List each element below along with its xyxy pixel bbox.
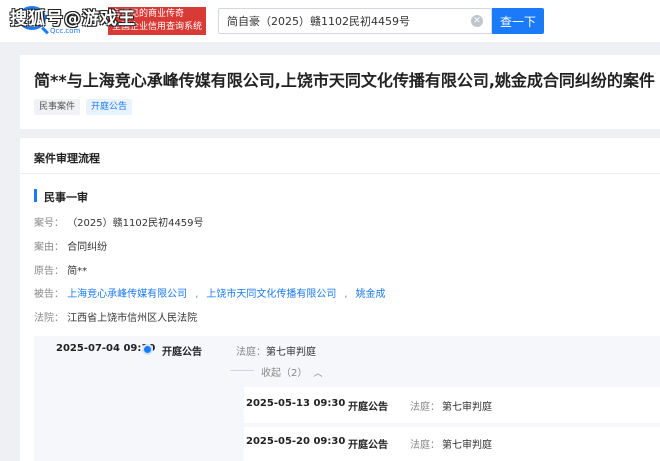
- collapse-toggle[interactable]: 收起（2） ︿: [261, 364, 322, 379]
- court-row: 法院： 江西省上饶市信州区人民法院: [34, 309, 197, 324]
- clear-icon[interactable]: ✕: [471, 15, 483, 27]
- defendant-label: 被告：: [34, 289, 64, 300]
- watermark: 搜狐号@游戏王: [10, 9, 136, 29]
- case-title-card: 简**与上海竞心承峰传媒有限公司,上饶市天同文化传播有限公司,姚金成合同纠纷的案…: [20, 55, 660, 129]
- defendant-link[interactable]: 上海竞心承峰传媒有限公司: [67, 289, 187, 300]
- timeline-sub-item: 2025-05-20 09:30 开庭公告 法庭： 第七审判庭: [244, 427, 660, 461]
- collapse-label: 收起（2）: [261, 368, 308, 379]
- sub-item-courtroom-label: 法庭：: [410, 402, 440, 413]
- sub-item-courtroom-value: 第七审判庭: [442, 440, 492, 451]
- chevron-up-icon: ︿: [313, 369, 323, 379]
- search-button[interactable]: 查一下: [492, 8, 544, 34]
- sub-item-date: 2025-05-13 09:30: [246, 398, 346, 409]
- case-process-card: 案件审理流程 民事一审 案号： （2025）赣1102民初4459号 案由： 合…: [20, 138, 660, 461]
- courtroom-value: 第七审判庭: [266, 347, 316, 358]
- defendant-link[interactable]: 姚金成: [356, 289, 386, 300]
- timeline-sub-item: 2025-05-13 09:30 开庭公告 法庭： 第七审判庭: [244, 387, 660, 423]
- case-number-label: 案号：: [34, 218, 64, 229]
- cause-label: 案由：: [34, 242, 64, 253]
- court-value: 江西省上饶市信州区人民法院: [67, 313, 198, 324]
- defendant-link[interactable]: 上饶市天同文化传播有限公司: [206, 289, 336, 300]
- sub-item-event: 开庭公告: [348, 440, 388, 451]
- search-box: ✕: [218, 8, 492, 34]
- hearing-notice-tag[interactable]: 开庭公告: [86, 99, 133, 115]
- defendant-row: 被告： 上海竞心承峰传媒有限公司, 上饶市天同文化传播有限公司, 姚金成: [34, 289, 386, 300]
- court-label: 法院：: [34, 313, 64, 324]
- plaintiff-label: 原告：: [34, 266, 64, 277]
- case-number-row: 案号： （2025）赣1102民初4459号: [34, 214, 204, 229]
- stage-marker: [34, 189, 37, 202]
- sub-item-event: 开庭公告: [348, 402, 388, 413]
- timeline-date: 2025-07-04 09:30: [56, 343, 156, 354]
- sub-item-courtroom-value: 第七审判庭: [442, 402, 492, 413]
- hearing-timeline: 2025-07-04 09:30 开庭公告 法庭： 第七审判庭 收起（2） ︿ 2…: [34, 336, 660, 461]
- plaintiff-value: 简**: [67, 266, 88, 277]
- case-number-value: （2025）赣1102民初4459号: [67, 218, 204, 229]
- plaintiff-row: 原告： 简**: [34, 262, 87, 277]
- sub-item-date: 2025-05-20 09:30: [246, 436, 346, 447]
- cause-row: 案由： 合同纠纷: [34, 238, 107, 253]
- search-input[interactable]: [219, 9, 459, 33]
- sub-item-courtroom-label: 法庭：: [410, 440, 440, 451]
- stage-title: 民事一审: [44, 191, 88, 204]
- cause-value: 合同纠纷: [67, 242, 108, 253]
- case-title: 简**与上海竞心承峰传媒有限公司,上饶市天同文化传播有限公司,姚金成合同纠纷的案…: [34, 71, 655, 90]
- process-header: 案件审理流程: [20, 138, 660, 174]
- timeline-dot: [144, 346, 151, 353]
- collapse-divider: [230, 370, 254, 371]
- process-header-title: 案件审理流程: [34, 152, 100, 165]
- courtroom-label: 法庭：: [236, 347, 266, 358]
- timeline-event: 开庭公告: [162, 347, 202, 358]
- case-type-tag: 民事案件: [34, 99, 81, 115]
